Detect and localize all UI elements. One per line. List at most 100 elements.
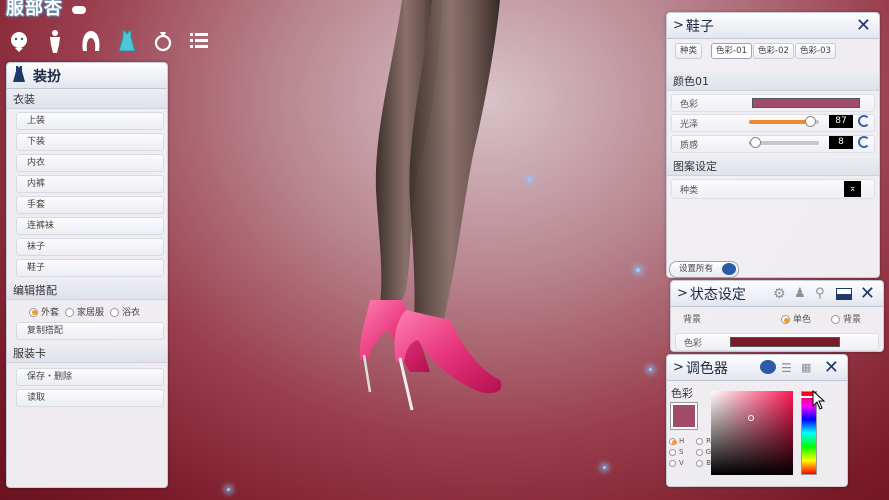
refresh-icon[interactable] [858,136,870,148]
radio-button[interactable] [669,448,676,456]
dress-up-panel-header: 装扮 [7,63,167,89]
mode-row: V B [669,459,711,467]
sparkle-effect [528,178,531,181]
title-decoration [72,6,86,14]
3d-viewport[interactable]: 服部杏 装扮 衣装 上装 下装 内衣 内裤 手套 连裤袜 袜子 鞋子 编辑搭配 … [0,0,889,500]
color-picker-header: > 调色器 ☰ ▦ ✕ [667,355,847,381]
picker-cursor[interactable] [748,415,754,421]
chevron-right-icon[interactable]: > [677,286,688,301]
color-picker-title: 调色器 [685,360,728,377]
load-button[interactable]: 读取 [16,389,164,407]
copy-outfit-button[interactable]: 复制搭配 [16,322,164,340]
close-icon[interactable]: ✕ [860,283,875,304]
palette-icon [722,263,736,275]
sparkle-effect [649,368,652,371]
clothing-item-bottom[interactable]: 下装 [16,133,164,151]
mode-label: V [679,459,684,467]
mode-row: S G [669,448,711,456]
radio-button[interactable] [781,315,790,324]
radio-button[interactable] [696,459,704,467]
tab-color-03[interactable]: 色彩-03 [795,43,836,59]
tab-type[interactable]: 种类 [675,43,703,59]
clothing-item-gloves[interactable]: 手套 [16,196,164,214]
radio-button[interactable] [110,307,120,317]
texture-slider[interactable] [749,137,819,148]
tab-color-02[interactable]: 色彩-02 [753,43,794,59]
radio-background[interactable]: 背景 [831,311,861,329]
radio-button[interactable] [831,315,840,324]
slider-fill [749,120,810,124]
radio-label: 单色 [793,315,812,325]
slider-knob[interactable] [750,137,761,148]
mode-b[interactable]: B [696,459,711,467]
outfit-type-radio-group: 外套 家居服 浴衣 [7,300,167,322]
chevron-right-icon[interactable]: > [673,360,684,375]
gloss-value[interactable]: 87 [829,115,853,128]
radio-home[interactable]: 家居服 [65,305,104,318]
background-icon[interactable] [836,288,852,300]
mode-h[interactable]: H [669,437,684,445]
character-model[interactable] [340,0,520,420]
refresh-icon[interactable] [858,115,870,127]
grid-icon[interactable]: ▦ [801,361,811,374]
radio-button[interactable] [696,437,704,445]
shoe-panel-header: > 鞋子 ✕ [667,13,879,39]
body-icon[interactable] [42,28,68,54]
radio-button[interactable] [695,448,703,456]
mode-g[interactable]: G [695,448,711,456]
pattern-thumbnail[interactable]: ⌅ [844,181,861,197]
radio-button[interactable] [669,459,676,467]
clothing-item-shoes[interactable]: 鞋子 [16,259,164,277]
slider-knob[interactable] [805,116,816,127]
radio-bath[interactable]: 浴衣 [110,305,140,318]
mode-s[interactable]: S [669,448,683,456]
radio-solid[interactable]: 单色 [781,311,811,329]
close-icon[interactable]: ✕ [824,357,839,378]
current-color-swatch [671,403,697,429]
pattern-row: 种类 ⌅ [671,179,875,199]
mouse-cursor-icon [812,390,826,410]
chevron-right-icon[interactable]: > [673,18,684,33]
face-icon[interactable] [6,28,32,54]
key-icon[interactable]: ⚲ [815,286,825,301]
tab-color-01[interactable]: 色彩-01 [711,43,752,59]
outfit-icon[interactable] [114,28,140,54]
sparkle-effect [603,466,606,469]
close-icon[interactable]: ✕ [856,15,871,36]
mode-r[interactable]: R [696,437,711,445]
status-panel: > 状态设定 ⚙ ♟ ⚲ ✕ 背景 单色 背景 色彩 [670,280,884,352]
clothing-item-bra[interactable]: 内衣 [16,154,164,172]
saturation-value-field[interactable] [711,391,793,475]
clothing-item-socks[interactable]: 袜子 [16,238,164,256]
dress-icon [13,66,25,85]
background-row: 背景 单色 背景 [671,311,883,329]
gloss-slider[interactable] [749,116,819,127]
color-mode-grid: H R S G V B [669,437,711,467]
clothing-item-panties[interactable]: 内裤 [16,175,164,193]
bg-color-swatch[interactable] [730,337,840,347]
texture-label: 质感 [680,140,699,151]
section-outfit-card: 服装卡 [7,343,167,363]
radio-label: 浴衣 [122,307,141,318]
radio-button[interactable] [29,307,38,317]
list-icon[interactable] [186,28,212,54]
radio-button[interactable] [65,307,75,317]
gear-icon[interactable]: ⚙ [773,286,786,302]
accessory-icon[interactable] [150,28,176,54]
mode-v[interactable]: V [669,459,684,467]
radio-outer[interactable]: 外套 [29,305,59,318]
sliders-icon[interactable]: ☰ [781,361,792,375]
color-label: 色彩 [680,99,699,110]
clothing-item-pantyhose[interactable]: 连裤袜 [16,217,164,235]
save-delete-button[interactable]: 保存・删除 [16,368,164,386]
texture-value[interactable]: 8 [829,136,853,149]
shirt-icon[interactable]: ♟ [794,286,806,301]
shoe-panel: > 鞋子 ✕ 种类 色彩-01 色彩-02 色彩-03 颜色01 色彩 光泽 8… [666,12,880,278]
set-all-button[interactable]: 设置所有 [669,261,739,278]
clothing-item-top[interactable]: 上装 [16,112,164,130]
character-name: 服部杏 [6,0,63,19]
hair-icon[interactable] [78,28,104,54]
palette-icon[interactable] [760,360,776,374]
shoe-color-swatch[interactable] [752,98,860,108]
radio-button[interactable] [669,437,677,445]
